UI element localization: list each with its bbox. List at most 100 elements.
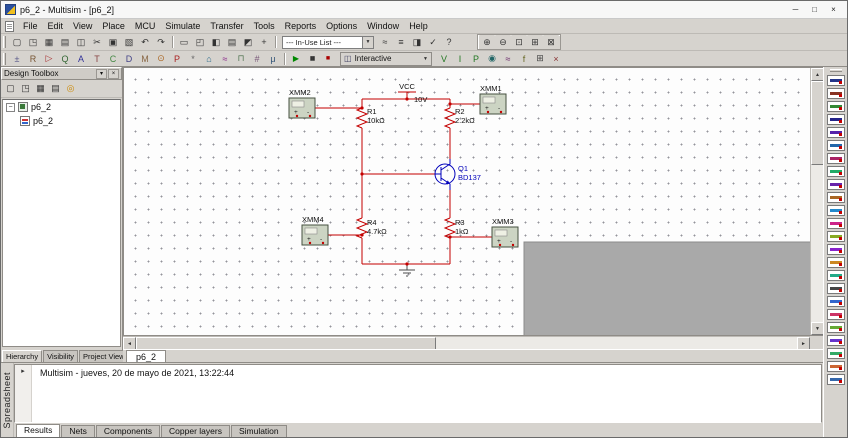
tab-copper-layers[interactable]: Copper layers [161, 425, 230, 437]
open-design-icon[interactable]: ◳ [18, 82, 33, 96]
tree-item-schematic[interactable]: p6_2 [3, 114, 120, 128]
collapse-icon[interactable]: − [6, 103, 15, 112]
preset-probe-icon[interactable] [827, 361, 845, 372]
close-button[interactable]: × [824, 2, 843, 17]
menu-item[interactable]: View [68, 20, 97, 32]
toolbar-grip[interactable] [3, 53, 6, 65]
new-icon[interactable]: ▢ [9, 35, 25, 49]
horizontal-scrollbar[interactable]: ◄ ► [123, 336, 810, 349]
probe-current-icon[interactable]: I [452, 52, 468, 66]
resistor-r2[interactable]: R2 2.2kΩ [445, 107, 475, 128]
run-simulation-button[interactable]: ▶ [288, 52, 304, 66]
place-mixed-icon[interactable]: M [137, 52, 153, 66]
tektronix-oscilloscope-icon[interactable] [827, 296, 845, 307]
more-instruments-icon[interactable] [827, 374, 845, 385]
place-mcu-icon[interactable]: μ [265, 52, 281, 66]
place-cmos-icon[interactable]: C [105, 52, 121, 66]
grapher-icon[interactable]: ≈ [377, 35, 393, 49]
ni-elvis-icon[interactable] [827, 335, 845, 346]
place-basic-icon[interactable]: R [25, 52, 41, 66]
agilent-multimeter-icon[interactable] [827, 270, 845, 281]
place-diode-icon[interactable]: ▷ [41, 52, 57, 66]
tab-simulation[interactable]: Simulation [231, 425, 287, 437]
menu-item[interactable]: File [18, 20, 43, 32]
place-connector-icon[interactable]: # [249, 52, 265, 66]
tab-visibility[interactable]: Visibility [43, 350, 78, 362]
current-clamp-icon[interactable] [827, 309, 845, 320]
tab-project-view[interactable]: Project View [79, 350, 129, 362]
labview-instrument-icon[interactable] [827, 322, 845, 333]
postprocessor-icon[interactable]: ◨ [409, 35, 425, 49]
word-generator-icon[interactable] [827, 166, 845, 177]
sheet-tab-p6_2[interactable]: p6_2 [126, 350, 166, 363]
iv-analyzer-icon[interactable] [827, 205, 845, 216]
new-design-icon[interactable]: ▢ [3, 82, 18, 96]
spreadsheet-side-strip[interactable]: Spreadsheet [1, 363, 14, 437]
multimeter-icon[interactable] [827, 75, 845, 86]
create-component-icon[interactable]: + [256, 35, 272, 49]
toolbar-grip[interactable] [830, 69, 842, 72]
place-advanced-peripherals-icon[interactable]: ⌂ [201, 52, 217, 66]
probe-power-icon[interactable]: P [468, 52, 484, 66]
maximize-button[interactable]: □ [805, 2, 824, 17]
place-ttl-icon[interactable]: T [89, 52, 105, 66]
menu-item[interactable]: MCU [130, 20, 161, 32]
place-misc-icon[interactable]: * [185, 52, 201, 66]
four-channel-oscilloscope-icon[interactable] [827, 127, 845, 138]
erc-icon[interactable]: ✓ [425, 35, 441, 49]
copy-icon[interactable]: ▣ [105, 35, 121, 49]
resistor-r3[interactable]: R3 1kΩ [445, 218, 469, 238]
dock-menu-icon[interactable]: ▾ [96, 69, 107, 79]
agilent-oscilloscope-icon[interactable] [827, 283, 845, 294]
zoom-full-icon[interactable]: ⊠ [543, 35, 559, 49]
menu-item[interactable]: Place [97, 20, 130, 32]
place-misc-digital-icon[interactable]: D [121, 52, 137, 66]
full-screen-icon[interactable]: ▭ [176, 35, 192, 49]
oscilloscope-icon[interactable] [827, 114, 845, 125]
toolbar-grip[interactable] [3, 36, 6, 48]
wattmeter-icon[interactable] [827, 101, 845, 112]
place-rf-icon[interactable]: ≈ [217, 52, 233, 66]
vcc-power-source[interactable]: VCC 10V [398, 82, 427, 104]
toggle-visibility-icon[interactable]: ◎ [63, 82, 78, 96]
agilent-function-generator-icon[interactable] [827, 257, 845, 268]
transistor-q1[interactable]: Q1 BD137 [435, 159, 481, 190]
function-generator-icon[interactable] [827, 88, 845, 99]
distortion-analyzer-icon[interactable] [827, 218, 845, 229]
place-source-icon[interactable]: ± [9, 52, 25, 66]
stop-simulation-button[interactable]: ■ [320, 52, 336, 66]
close-icon[interactable]: × [108, 69, 119, 79]
interactive-mode-dropdown[interactable]: ◫ Interactive ▼ [340, 52, 432, 66]
print-icon[interactable]: ▤ [57, 35, 73, 49]
measurement-probe-icon[interactable] [827, 348, 845, 359]
multimeter-xmm2[interactable]: + - [289, 98, 315, 118]
network-analyzer-icon[interactable] [827, 244, 845, 255]
analysis-icon[interactable]: ≡ [393, 35, 409, 49]
menu-item[interactable]: Options [321, 20, 362, 32]
tree-item-design[interactable]: − p6_2 [3, 100, 120, 114]
minimize-button[interactable]: ─ [786, 2, 805, 17]
menu-item[interactable]: Transfer [205, 20, 248, 32]
tab-nets[interactable]: Nets [61, 425, 94, 437]
print-preview-icon[interactable]: ◫ [73, 35, 89, 49]
results-area[interactable]: ▸ Multisim - jueves, 20 de mayo de 2021,… [14, 364, 822, 423]
save-icon[interactable]: ▦ [41, 35, 57, 49]
open-icon[interactable]: ◳ [25, 35, 41, 49]
tab-hierarchy[interactable]: Hierarchy [2, 350, 42, 362]
child-document-icon[interactable] [5, 21, 14, 32]
probe-scope-icon[interactable]: ≈ [500, 52, 516, 66]
probe-dmm-icon[interactable]: ◉ [484, 52, 500, 66]
tab-components[interactable]: Components [96, 425, 160, 437]
logic-converter-icon[interactable] [827, 179, 845, 190]
multimeter-xmm3[interactable]: + - [492, 227, 518, 247]
vertical-scrollbar[interactable]: ▲ ▼ [810, 68, 823, 335]
chevron-down-icon[interactable]: ▼ [417, 56, 428, 62]
help-icon[interactable]: ? [441, 35, 457, 49]
redo-icon[interactable]: ↷ [153, 35, 169, 49]
place-electromechanical-icon[interactable]: ⊓ [233, 52, 249, 66]
resistor-r1[interactable]: R1 10kΩ [357, 107, 385, 128]
menu-item[interactable]: Edit [43, 20, 69, 32]
pause-simulation-button[interactable]: ▮▮ [304, 52, 320, 66]
close-design-icon[interactable]: ▤ [48, 82, 63, 96]
save-design-icon[interactable]: ▦ [33, 82, 48, 96]
